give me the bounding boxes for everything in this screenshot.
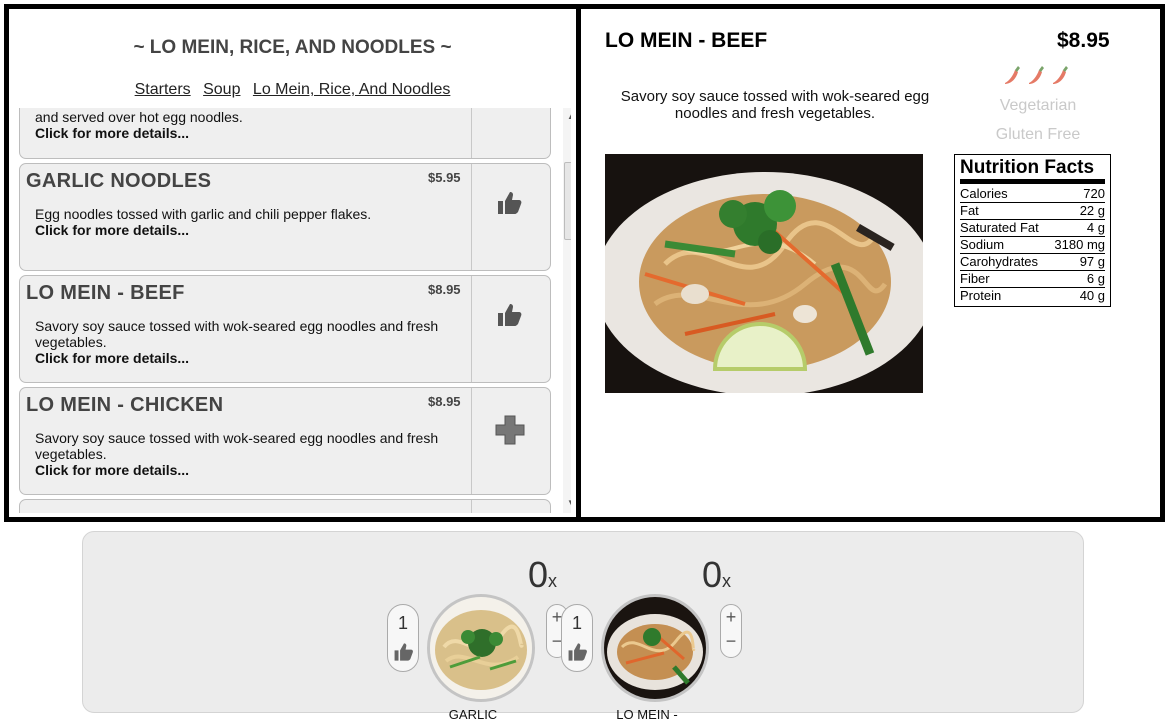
quantity-stepper[interactable]: + −: [720, 604, 742, 658]
like-counter-button[interactable]: 1: [561, 604, 593, 672]
nutrition-row: Calories 720: [960, 186, 1105, 203]
item-detail-panel: LO MEIN - BEEF $8.95 Savory soy sauce to…: [576, 4, 1165, 522]
nutrition-row: Protein 40 g: [960, 288, 1105, 303]
nutrition-row: Carohydrates 97 g: [960, 254, 1105, 271]
nutrition-row: Sodium 3180 mg: [960, 237, 1105, 254]
menu-section-title: ~ LO MEIN, RICE, AND NOODLES ~: [133, 37, 452, 58]
plus-icon: [495, 415, 525, 445]
detail-item-name: LO MEIN - BEEF: [605, 29, 768, 52]
menu-panel: ~ LO MEIN, RICE, AND NOODLES ~ Starters …: [4, 4, 581, 522]
menu-item-name: LO MEIN - BEEF: [26, 282, 185, 304]
menu-item-description: Savory soy sauce tossed with wok-seared …: [35, 318, 455, 366]
scroll-down-arrow-icon[interactable]: ▼: [567, 498, 571, 507]
menu-item-garlic-noodles[interactable]: GARLIC NOODLES $5.95 Egg noodles tossed …: [19, 163, 551, 271]
menu-item-partial-top[interactable]: and served over hot egg noodles. Click f…: [19, 108, 551, 159]
menu-item-description: Savory soy sauce tossed with wok-seared …: [35, 430, 455, 478]
gluten-free-tag: Gluten Free: [995, 126, 1081, 143]
menu-item-price: $8.95: [428, 394, 461, 409]
nutrition-row: Saturated Fat 4 g: [960, 220, 1105, 237]
detail-item-price: $8.95: [1057, 29, 1110, 52]
menu-item-description: Egg noodles tossed with garlic and chili…: [35, 206, 455, 238]
like-button[interactable]: [471, 276, 551, 382]
menu-item-lo-mein-chicken[interactable]: LO MEIN - CHICKEN $8.95 Savory soy sauce…: [19, 387, 551, 495]
like-count: 1: [571, 613, 582, 633]
menu-item-price: $8.95: [428, 282, 461, 297]
nutrition-row: Fat 22 g: [960, 203, 1105, 220]
order-slot-lo-mein[interactable]: 0x 1 + − LO MEIN -: [557, 532, 757, 722]
order-quantity: 0x: [528, 554, 558, 595]
menu-item-partial-bottom[interactable]: [19, 499, 551, 513]
category-link-lo-mein[interactable]: Lo Mein, Rice, And Noodles: [253, 81, 450, 98]
category-link-starters[interactable]: Starters: [135, 81, 191, 98]
garlic-noodles-image: [430, 597, 532, 699]
lo-mein-image: [604, 597, 706, 699]
spice-level-indicator: [1005, 66, 1068, 84]
menu-item-description: and served over hot egg noodles. Click f…: [35, 109, 455, 141]
category-link-soup[interactable]: Soup: [203, 81, 240, 98]
chili-pepper-icon: [1005, 66, 1020, 84]
menu-item-name: GARLIC NOODLES: [26, 170, 212, 192]
vegetarian-tag: Vegetarian: [999, 97, 1077, 114]
menu-item-price: $5.95: [428, 170, 461, 185]
menu-item-name: LO MEIN - CHICKEN: [26, 394, 224, 416]
category-nav: Starters Soup Lo Mein, Rice, And Noodles: [9, 81, 576, 99]
scrollbar-thumb[interactable]: [564, 162, 571, 240]
more-details-link[interactable]: Click for more details...: [35, 350, 455, 366]
nutrition-row: Fiber 6 g: [960, 271, 1105, 288]
like-button[interactable]: [471, 164, 551, 270]
thumbs-up-icon: [498, 304, 522, 326]
menu-item-list[interactable]: and served over hot egg noodles. Click f…: [19, 108, 571, 513]
menu-item-action[interactable]: [471, 108, 551, 158]
detail-item-description: Savory soy sauce tossed with wok-seared …: [620, 88, 930, 122]
thumbs-up-icon: [394, 643, 413, 661]
more-details-link[interactable]: Click for more details...: [35, 462, 455, 478]
chili-pepper-icon: [1053, 66, 1068, 84]
noodle-dish-image: [605, 154, 923, 393]
order-slot-garlic[interactable]: 0x 1 + − GARLIC: [383, 532, 583, 722]
more-details-link[interactable]: Click for more details...: [35, 222, 455, 238]
chili-pepper-icon: [1029, 66, 1044, 84]
add-to-order-button[interactable]: [471, 388, 551, 494]
order-quantity: 0x: [702, 554, 732, 595]
menu-scrollbar[interactable]: ▲ ▼: [563, 108, 571, 513]
more-details-link[interactable]: Click for more details...: [35, 125, 455, 141]
detail-item-photo: [605, 154, 923, 393]
scroll-up-arrow-icon[interactable]: ▲: [567, 112, 571, 121]
order-item-thumbnail[interactable]: [427, 594, 535, 702]
thumbs-up-icon: [568, 643, 587, 661]
order-item-thumbnail[interactable]: [601, 594, 709, 702]
like-count: 1: [397, 613, 408, 633]
thumbs-up-icon: [498, 192, 522, 214]
nutrition-facts-title: Nutrition Facts: [960, 157, 1105, 184]
menu-item-action[interactable]: [471, 500, 551, 513]
order-bar: 0x 1 + − GARLIC 0x 1 + − LO MEIN -: [82, 531, 1084, 722]
menu-item-lo-mein-beef[interactable]: LO MEIN - BEEF $8.95 Savory soy sauce to…: [19, 275, 551, 383]
nutrition-facts-panel: Nutrition Facts Calories 720 Fat 22 g Satu…: [954, 154, 1111, 307]
like-counter-button[interactable]: 1: [387, 604, 419, 672]
increase-quantity-button[interactable]: +: [721, 605, 741, 629]
decrease-quantity-button[interactable]: −: [721, 629, 741, 653]
